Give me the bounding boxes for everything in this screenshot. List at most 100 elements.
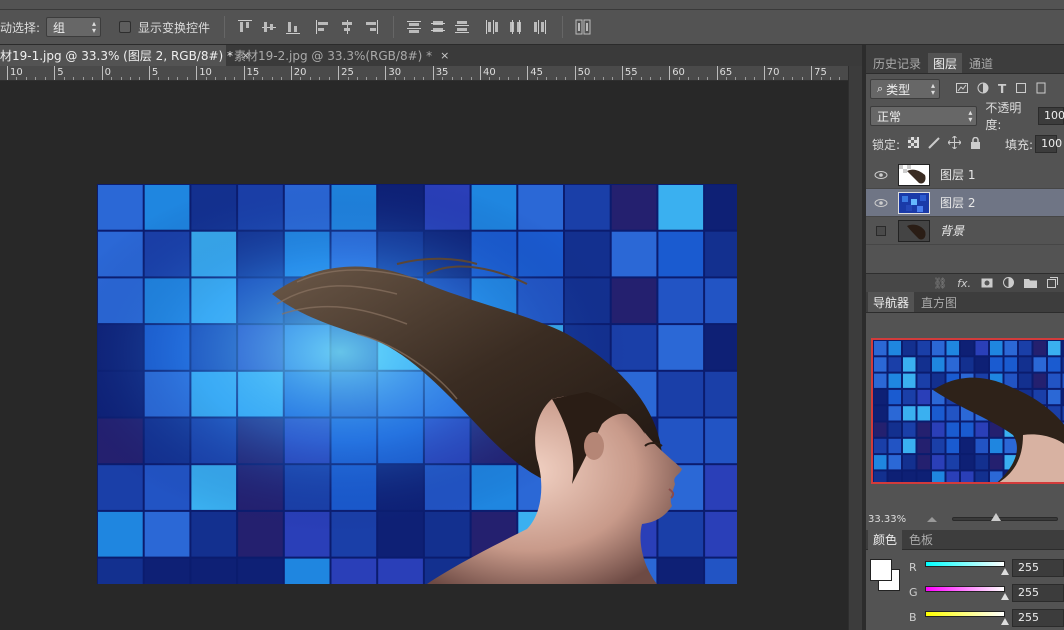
ruler-tick-label: 25 — [338, 66, 354, 80]
layer-thumbnail — [898, 163, 930, 186]
zoom-out-icon[interactable] — [926, 512, 938, 526]
artwork-tile — [917, 406, 930, 421]
ruler-tick-label: 35 — [432, 66, 448, 80]
filter-pixel-icon[interactable] — [956, 82, 968, 97]
tab-document-2[interactable]: 素材19-2.jpg @ 33.3%(RGB/8#) * × — [226, 45, 449, 66]
ruler-minor-tick — [82, 77, 84, 80]
blend-row: 正常 ▴ ▾ 不透明度: 100 — [866, 101, 1064, 132]
layer-row-background[interactable]: 背景 — [866, 217, 1064, 245]
distribute-hcenter-icon[interactable] — [508, 19, 524, 35]
ruler-minor-tick — [281, 77, 283, 80]
ruler-minor-tick — [602, 77, 604, 80]
channel-slider-r[interactable] — [925, 561, 1005, 567]
tab-swatches[interactable]: 色板 — [904, 530, 938, 550]
filter-adjustment-icon[interactable] — [977, 82, 989, 97]
tab-history[interactable]: 历史记录 — [868, 53, 926, 73]
fill-label: 填充: — [1005, 137, 1034, 152]
folder-icon[interactable] — [1024, 277, 1037, 291]
zoom-slider-thumb[interactable] — [991, 513, 1002, 521]
ruler-tick-label: 50 — [574, 66, 590, 80]
separator — [562, 16, 564, 38]
artwork-tile — [990, 438, 1003, 454]
filter-smartobject-icon[interactable] — [1036, 82, 1046, 97]
artwork-tile — [1048, 389, 1061, 405]
show-transform-checkbox[interactable] — [119, 21, 132, 33]
distribute-top-icon[interactable] — [406, 19, 422, 35]
visibility-toggle[interactable] — [866, 225, 896, 237]
ruler-tick-label: 40 — [480, 66, 496, 80]
auto-select-dropdown[interactable]: 组 ▴ ▾ — [46, 17, 102, 37]
options-bar: 动选择: 组 ▴ ▾ 显示变换控件 — [0, 10, 1064, 45]
opacity-input[interactable]: 100 — [1038, 107, 1064, 125]
tab-color[interactable]: 颜色 — [868, 529, 903, 550]
tab-navigator[interactable]: 导航器 — [868, 292, 915, 312]
ruler-minor-tick — [612, 77, 614, 80]
tab-document-1[interactable]: 材19-1.jpg @ 33.3% (图层 2, RGB/8#) * × — [0, 45, 250, 66]
blend-mode-dropdown[interactable]: 正常 ▴ ▾ — [870, 106, 978, 126]
align-hcenter-icon[interactable] — [339, 19, 355, 35]
tab-histogram[interactable]: 直方图 — [916, 292, 962, 312]
lock-row: 锁定: 填充: 100 — [866, 133, 1064, 155]
layer-filter-dropdown[interactable]: ⌕ 类型 ▴ ▾ — [870, 79, 940, 99]
eye-icon[interactable] — [866, 198, 896, 208]
artwork-tile — [946, 471, 959, 482]
artwork-tile — [903, 422, 916, 437]
vertical-scrollbar[interactable] — [848, 66, 862, 630]
close-icon[interactable]: × — [440, 49, 449, 62]
slider-thumb-icon[interactable] — [1001, 618, 1009, 625]
filter-shape-icon[interactable] — [1015, 82, 1027, 97]
channel-value-g[interactable]: 255 — [1012, 584, 1064, 602]
channel-slider-b[interactable] — [925, 611, 1005, 617]
lock-transparency-icon[interactable] — [908, 137, 920, 151]
align-right-icon[interactable] — [363, 19, 379, 35]
distribute-right-icon[interactable] — [532, 19, 548, 35]
channel-slider-g[interactable] — [925, 586, 1005, 592]
ruler-minor-tick — [215, 77, 217, 80]
channel-label-g: G — [909, 586, 918, 599]
align-left-icon[interactable] — [315, 19, 331, 35]
tab-layers[interactable]: 图层 — [928, 53, 963, 73]
lock-brush-icon[interactable] — [928, 136, 940, 152]
distribute-vcenter-icon[interactable] — [430, 19, 446, 35]
align-bottom-icon[interactable] — [285, 19, 301, 35]
foreground-color-swatch[interactable] — [870, 559, 892, 581]
slider-thumb-icon[interactable] — [1001, 593, 1009, 600]
zoom-value[interactable]: 33.33% — [868, 514, 906, 525]
align-top-icon[interactable] — [237, 19, 253, 35]
fx-icon[interactable]: fx. — [957, 277, 971, 291]
layer-row-2[interactable]: 图层 2 — [866, 189, 1064, 217]
link-icon[interactable]: ⛓ — [933, 277, 947, 291]
lock-move-icon[interactable] — [947, 135, 962, 152]
ruler-minor-tick — [707, 77, 709, 80]
channel-value-r[interactable]: 255 — [1012, 559, 1064, 577]
mask-icon[interactable] — [981, 277, 993, 291]
dropdown-arrows-icon: ▴ ▾ — [930, 81, 935, 97]
align-vcenter-icon[interactable] — [261, 19, 277, 35]
horizontal-ruler[interactable]: 10 5 0 5 10 15 20 25 30 35 40 45 50 55 60 65 70 75 — [0, 66, 848, 81]
fill-input[interactable]: 100 — [1035, 135, 1062, 153]
ruler-minor-tick — [366, 77, 368, 80]
layer-row-1[interactable]: 图层 1 — [866, 161, 1064, 189]
distribute-left-icon[interactable] — [484, 19, 500, 35]
artwork-tile — [990, 341, 1003, 356]
filter-type-icon[interactable]: T — [998, 82, 1006, 97]
eye-icon[interactable] — [866, 170, 896, 180]
channel-value-b[interactable]: 255 — [1012, 609, 1064, 627]
ruler-minor-tick — [688, 77, 690, 80]
slider-thumb-icon[interactable] — [1001, 568, 1009, 575]
artwork-tile — [1048, 341, 1061, 356]
separator — [224, 16, 226, 38]
auto-align-icon[interactable] — [575, 19, 591, 35]
navigator-preview[interactable] — [871, 338, 1064, 484]
lock-all-icon[interactable] — [970, 136, 981, 152]
layer-name: 图层 1 — [940, 168, 976, 182]
artwork-tile — [946, 438, 959, 454]
tab-channels[interactable]: 通道 — [964, 53, 998, 73]
ruler-minor-tick — [725, 77, 727, 80]
ruler-minor-tick — [820, 77, 822, 80]
document-image[interactable] — [97, 184, 737, 584]
new-layer-icon[interactable] — [1047, 277, 1058, 291]
adjustment-icon[interactable] — [1003, 277, 1014, 291]
zoom-slider[interactable] — [952, 513, 1059, 521]
distribute-bottom-icon[interactable] — [454, 19, 470, 35]
